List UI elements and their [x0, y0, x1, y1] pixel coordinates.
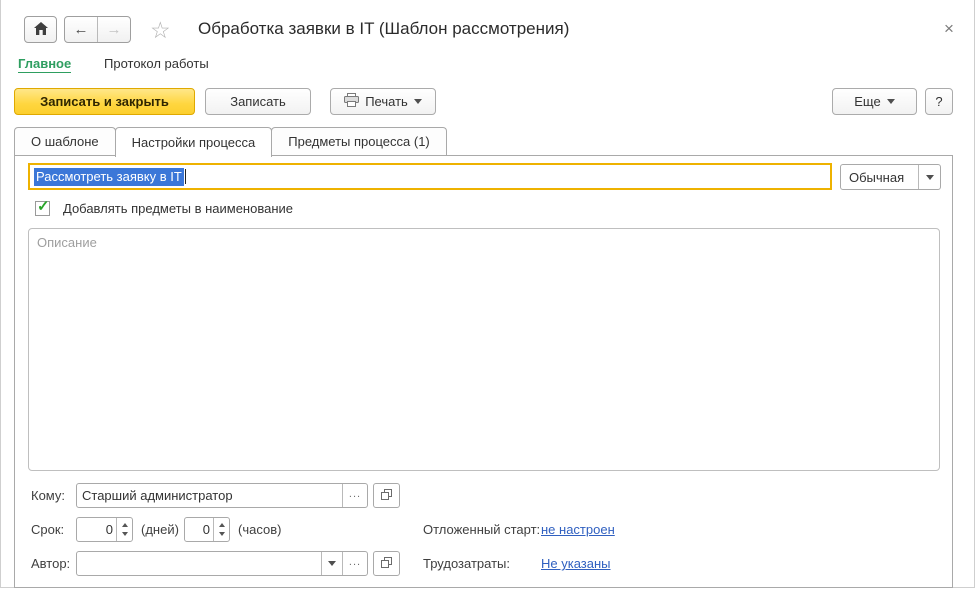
chevron-down-icon[interactable]: [918, 165, 940, 189]
hours-suffix: (часов): [238, 522, 281, 537]
help-button[interactable]: ?: [925, 88, 953, 115]
author-choose-button[interactable]: ...: [342, 552, 367, 575]
days-suffix: (дней): [141, 522, 179, 537]
days-value: 0: [77, 518, 116, 541]
hours-spin-buttons[interactable]: [213, 518, 229, 541]
history-nav-group: ← →: [64, 16, 131, 43]
author-open-button[interactable]: [373, 551, 400, 576]
to-value: Старший администратор: [77, 484, 342, 507]
print-button-label: Печать: [365, 94, 408, 109]
tab-bar: О шаблоне Настройки процесса Предметы пр…: [14, 127, 447, 157]
favorite-star-icon[interactable]: ☆: [150, 17, 171, 43]
chevron-down-icon: [887, 99, 895, 104]
spin-up-icon[interactable]: [219, 523, 225, 527]
tab-about-template[interactable]: О шаблоне: [14, 127, 116, 155]
days-stepper[interactable]: 0: [76, 517, 133, 542]
check-icon: ✓: [37, 197, 50, 215]
back-icon[interactable]: ←: [65, 17, 97, 42]
template-window: ← → ☆ Обработка заявки в IT (Шаблон расс…: [0, 0, 976, 601]
home-icon: [34, 22, 48, 38]
close-icon[interactable]: ×: [944, 20, 954, 37]
delayed-start-link[interactable]: не настроен: [541, 522, 615, 537]
to-label: Кому:: [31, 488, 65, 503]
tab-content-panel: Рассмотреть заявку в IT Обычная ✓ Добавл…: [14, 155, 953, 588]
print-button[interactable]: Печать: [330, 88, 436, 115]
delayed-start-label: Отложенный старт:: [423, 522, 540, 537]
hours-stepper[interactable]: 0: [184, 517, 230, 542]
labor-label: Трудозатраты:: [423, 556, 510, 571]
author-label: Автор:: [31, 556, 70, 571]
importance-value: Обычная: [841, 165, 918, 189]
add-subjects-checkbox[interactable]: ✓: [35, 201, 50, 216]
author-input[interactable]: ...: [76, 551, 368, 576]
to-choose-button[interactable]: ...: [342, 484, 367, 507]
term-label: Срок:: [31, 522, 64, 537]
hours-value: 0: [185, 518, 213, 541]
more-button[interactable]: Еще: [832, 88, 917, 115]
tab-process-subjects[interactable]: Предметы процесса (1): [271, 127, 447, 155]
open-in-window-icon: [381, 556, 392, 571]
save-button[interactable]: Записать: [205, 88, 311, 115]
add-subjects-checkbox-label[interactable]: Добавлять предметы в наименование: [63, 201, 293, 216]
spin-down-icon[interactable]: [122, 532, 128, 536]
name-input-selected-text: Рассмотреть заявку в IT: [34, 168, 184, 186]
home-button[interactable]: [24, 16, 57, 43]
description-textarea[interactable]: Описание: [28, 228, 940, 471]
to-input[interactable]: Старший администратор ...: [76, 483, 368, 508]
chevron-down-icon[interactable]: [321, 552, 342, 575]
menu-item-main[interactable]: Главное: [18, 56, 71, 73]
days-spin-buttons[interactable]: [116, 518, 132, 541]
open-in-window-icon: [381, 488, 392, 503]
add-subjects-row: ✓ Добавлять предметы в наименование: [35, 201, 293, 216]
name-input[interactable]: Рассмотреть заявку в IT: [28, 163, 832, 190]
save-and-close-button[interactable]: Записать и закрыть: [14, 88, 195, 115]
forward-icon[interactable]: →: [97, 17, 130, 42]
text-cursor: [185, 169, 186, 184]
menu-item-work-protocol[interactable]: Протокол работы: [104, 56, 209, 71]
tab-process-settings[interactable]: Настройки процесса: [115, 127, 273, 157]
chevron-down-icon: [414, 99, 422, 104]
to-open-button[interactable]: [373, 483, 400, 508]
spin-up-icon[interactable]: [122, 523, 128, 527]
importance-select[interactable]: Обычная: [840, 164, 941, 190]
more-button-label: Еще: [854, 94, 880, 109]
spin-down-icon[interactable]: [219, 532, 225, 536]
printer-icon: [344, 93, 359, 110]
labor-link[interactable]: Не указаны: [541, 556, 611, 571]
page-title: Обработка заявки в IT (Шаблон рассмотрен…: [198, 19, 569, 39]
author-value: [77, 552, 321, 575]
description-placeholder: Описание: [37, 235, 97, 250]
